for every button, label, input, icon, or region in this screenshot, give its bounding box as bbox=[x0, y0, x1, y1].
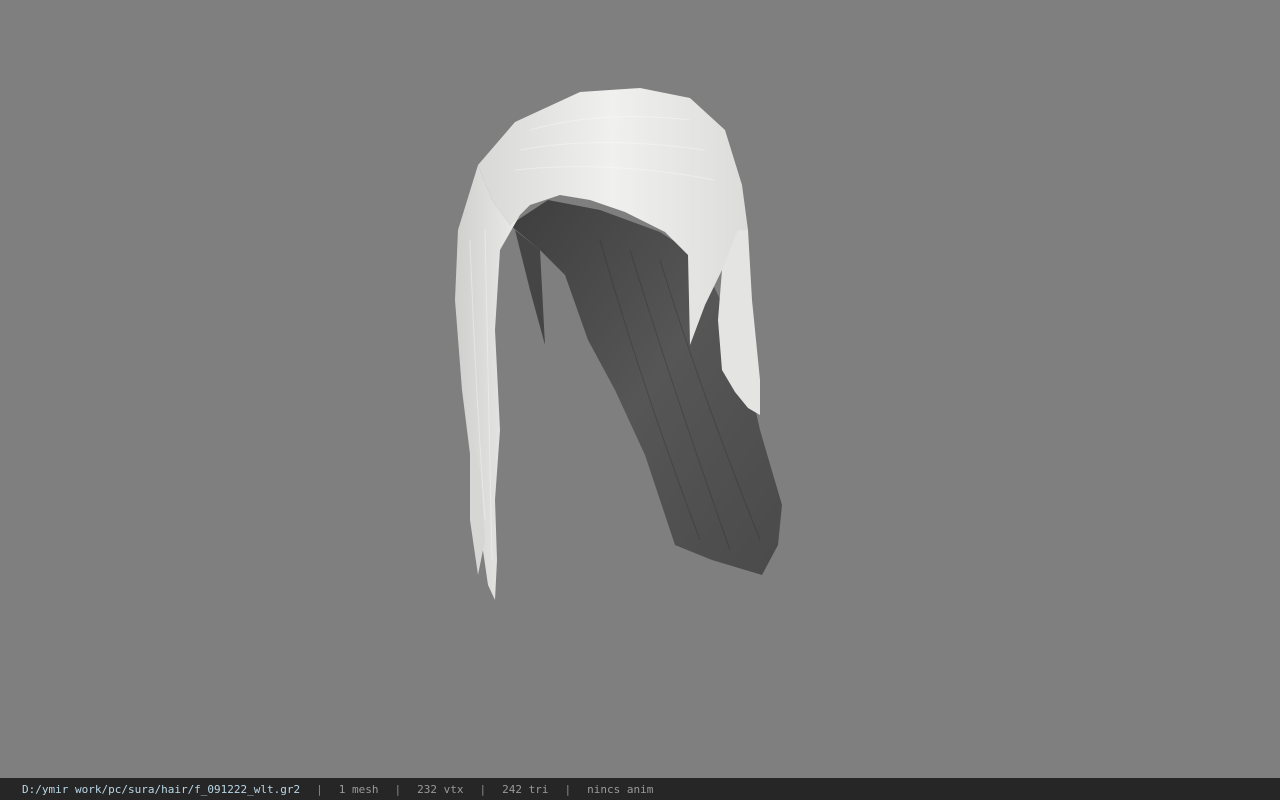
vertex-count: 232 vtx bbox=[417, 782, 464, 796]
hair-model bbox=[455, 88, 782, 600]
triangle-count: 242 tri bbox=[502, 782, 549, 796]
animation-status: nincs anim bbox=[587, 782, 654, 796]
mesh-count: 1 mesh bbox=[338, 782, 379, 796]
separator: | bbox=[394, 782, 402, 796]
separator: | bbox=[479, 782, 487, 796]
separator: | bbox=[564, 782, 572, 796]
3d-viewport[interactable] bbox=[0, 0, 1280, 778]
file-path: D:/ymir work/pc/sura/hair/f_091222_wlt.g… bbox=[22, 782, 301, 796]
status-bar: D:/ymir work/pc/sura/hair/f_091222_wlt.g… bbox=[0, 778, 1280, 800]
separator: | bbox=[316, 782, 323, 796]
hair-left-strand bbox=[455, 165, 520, 600]
